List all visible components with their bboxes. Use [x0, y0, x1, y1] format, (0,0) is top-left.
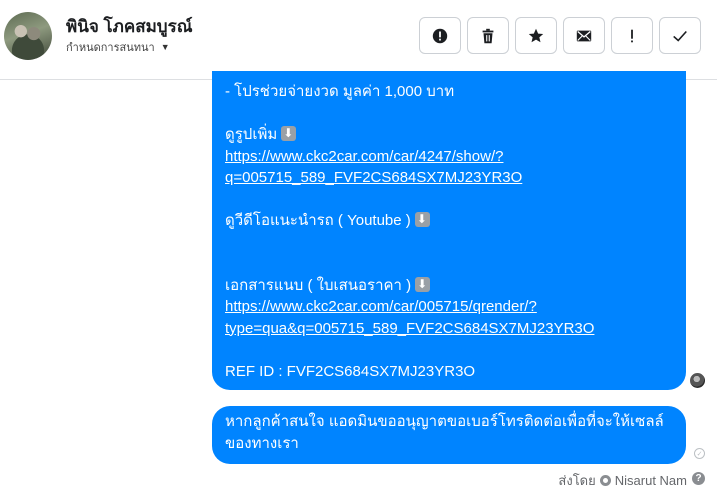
more-pics-line: ดูรูปเพิ่ม: [225, 123, 673, 146]
video-line: ดูวีดีโอแนะนำรถ ( Youtube ): [225, 209, 673, 232]
help-icon[interactable]: ?: [692, 472, 705, 485]
more-pics-label: ดูรูปเพิ่ม: [225, 126, 278, 143]
attachment-label: เอกสารแนบ ( ใบเสนอราคา ): [225, 276, 412, 294]
message-text-line: หากลูกค้าสนใจ แอดมินขออนุญาตขอเบอร์โทรติ…: [225, 413, 664, 430]
quotation-link-continued[interactable]: type=qua&q=005715_589_FVF2CS684SX7MJ23YR…: [225, 320, 594, 337]
ref-id: REF ID : FVF2CS684SX7MJ23YR3O: [225, 362, 476, 380]
attachment-line: เอกสารแนบ ( ใบเสนอราคา ): [225, 274, 673, 297]
trash-icon: [482, 28, 494, 43]
caret-down-icon: ▼: [160, 42, 170, 52]
gear-icon: [599, 475, 611, 486]
conversation-toolbar: [419, 17, 701, 54]
message-text-line: ของทางเรา: [225, 434, 299, 452]
exclamation-icon: [631, 29, 633, 42]
down-arrow-icon: [414, 209, 430, 231]
conversation-action-dropdown[interactable]: กำหนดการสนทนา ▼: [66, 38, 170, 56]
star-icon: [528, 28, 544, 42]
mark-unread-button[interactable]: [563, 17, 605, 54]
quotation-link[interactable]: https://www.ckc2car.com/car/005715/qrend…: [225, 298, 537, 315]
checkmark-icon: [673, 30, 687, 42]
delete-button[interactable]: [467, 17, 509, 54]
mark-important-button[interactable]: [611, 17, 653, 54]
seen-by-avatar: [690, 373, 705, 388]
exclamation-circle-icon: [432, 28, 448, 43]
car-photos-link[interactable]: https://www.ckc2car.com/car/4247/show/?: [225, 148, 503, 165]
star-button[interactable]: [515, 17, 557, 54]
sent-by-label: ส่งโดย: [558, 473, 596, 488]
conversation-action-label: กำหนดการสนทนา: [66, 42, 155, 54]
promo-line: - โปรช่วยจ่ายงวด มูลค่า 1,000 บาท: [225, 83, 455, 100]
sender-name[interactable]: Nisarut Nam: [615, 473, 687, 488]
envelope-icon: [576, 30, 592, 41]
sent-check-icon: ✓: [694, 448, 705, 459]
down-arrow-icon: [281, 123, 297, 145]
down-arrow-icon: [415, 274, 431, 295]
video-label: ดูวีดีโอแนะนำรถ ( Youtube ): [225, 212, 411, 229]
contact-avatar[interactable]: [4, 12, 52, 60]
car-photos-link-continued[interactable]: q=005715_589_FVF2CS684SX7MJ23YR3O: [225, 169, 522, 186]
mark-spam-button[interactable]: [419, 17, 461, 54]
conversation-header: พินิจ โภคสมบูรณ์ กำหนดการสนทนา ▼: [0, 0, 717, 80]
message-bubble: หากลูกค้าสนใจ แอดมินขออนุญาตขอเบอร์โทรติ…: [212, 406, 686, 464]
message-bubble: - โปรช่วยจ่ายงวด มูลค่า 1,000 บาท ดูรูปเ…: [212, 71, 686, 390]
contact-name[interactable]: พินิจ โภคสมบูรณ์: [66, 13, 193, 40]
mark-done-button[interactable]: [659, 17, 701, 54]
sent-by: ส่งโดย Nisarut Nam: [558, 470, 687, 491]
